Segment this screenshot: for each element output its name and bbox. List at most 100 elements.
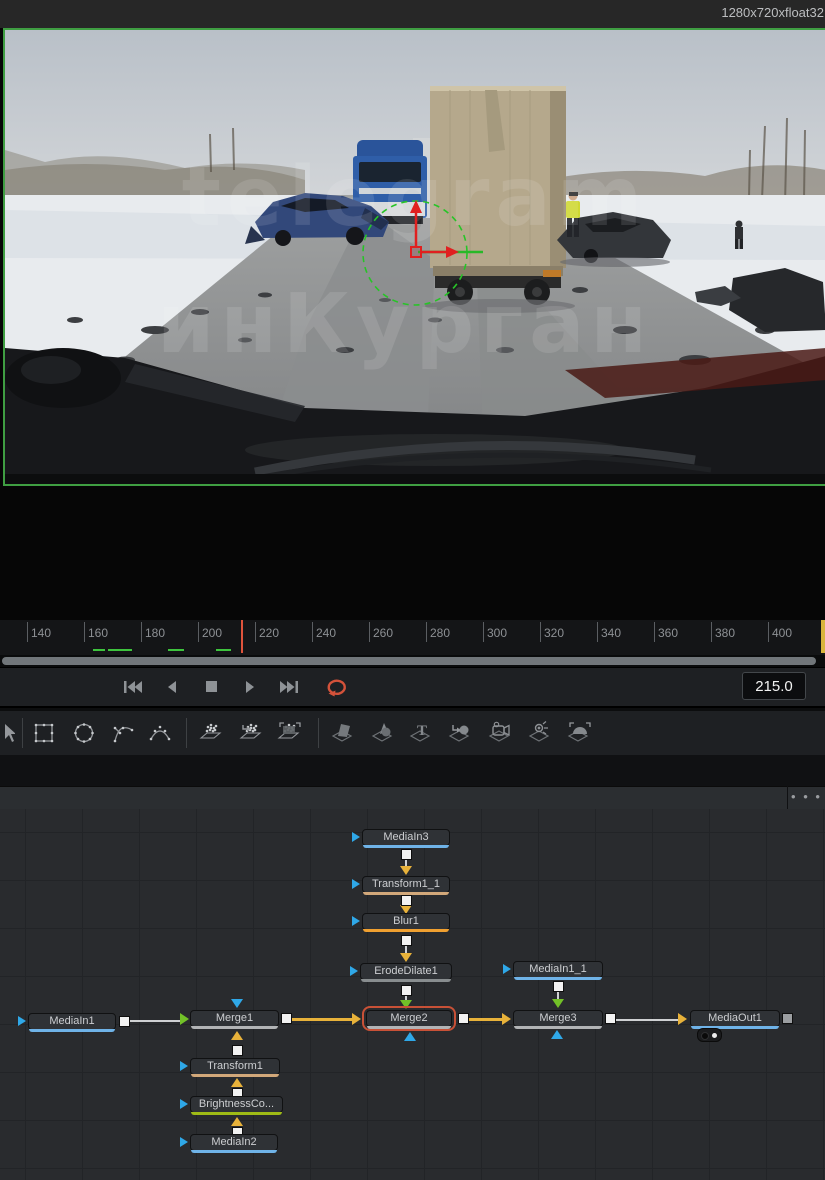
ruler-tick	[84, 622, 85, 642]
output-port[interactable]	[401, 985, 412, 996]
node-MediaIn2[interactable]: MediaIn2	[190, 1134, 278, 1153]
connection-line[interactable]	[616, 1019, 678, 1021]
go-to-start-button[interactable]	[120, 675, 146, 699]
node-source-arrow[interactable]	[352, 879, 360, 889]
polygon-mask-tool-button[interactable]	[108, 719, 136, 747]
node-Transform1_1[interactable]: Transform1_1	[362, 876, 450, 895]
output-port[interactable]	[119, 1016, 130, 1027]
output-port[interactable]	[281, 1013, 292, 1024]
output-port[interactable]	[458, 1013, 469, 1024]
center-handle[interactable]	[410, 246, 422, 258]
node-Blur1[interactable]: Blur1	[362, 913, 450, 932]
background-input-arrow[interactable]	[231, 1031, 243, 1040]
node-editor-canvas[interactable]: MediaIn3 Transform1_1 Blur1 ErodeDilate1 Med…	[0, 809, 825, 1180]
viewer2-dot[interactable]	[712, 1032, 717, 1038]
go-to-end-button[interactable]	[276, 675, 302, 699]
output-input-arrow[interactable]	[678, 1013, 687, 1025]
output-port[interactable]	[401, 849, 412, 860]
go-to-start-icon	[124, 681, 142, 693]
particle-render-tool-button[interactable]	[276, 719, 304, 747]
play-button[interactable]	[237, 675, 263, 699]
node-MediaIn3[interactable]: MediaIn3	[362, 829, 450, 848]
node-BrightnessCo[interactable]: BrightnessCo...	[190, 1096, 283, 1115]
node-Transform1[interactable]: Transform1	[190, 1058, 280, 1077]
node-label: Merge3	[539, 1012, 577, 1024]
foreground-input-arrow[interactable]	[180, 1013, 189, 1025]
cursor-tool-button[interactable]	[0, 719, 15, 747]
timeline-scrollbar[interactable]	[0, 655, 825, 667]
text-3d-tool-button[interactable]: T	[408, 719, 436, 747]
more-options-button[interactable]: • • •	[788, 786, 825, 810]
node-source-arrow[interactable]	[352, 832, 360, 842]
playhead[interactable]	[241, 620, 243, 653]
node-Merge2[interactable]: Merge2	[362, 1006, 456, 1031]
foreground-input-arrow[interactable]	[552, 999, 564, 1008]
input-arrow[interactable]	[231, 1078, 243, 1087]
ellipse-mask-tool-button[interactable]	[70, 719, 98, 747]
node-source-arrow[interactable]	[352, 916, 360, 926]
node-label: Transform1_1	[371, 878, 441, 890]
timeline-ruler[interactable]: 140 160 180 200 220 240 260 280 300 320 340 360 380 4…	[0, 620, 825, 655]
spot-light-3d-tool-button[interactable]	[527, 719, 555, 747]
image-plane-3d-tool-button[interactable]	[330, 719, 358, 747]
loop-button[interactable]	[325, 675, 351, 699]
node-ErodeDilate1[interactable]: ErodeDilate1	[360, 963, 452, 982]
camera-3d-tool-button[interactable]	[487, 719, 515, 747]
node-color-bar	[514, 977, 602, 980]
output-port[interactable]	[232, 1045, 243, 1056]
node-MediaIn1[interactable]: MediaIn1	[28, 1013, 116, 1032]
particle-merge-tool-button[interactable]	[238, 719, 266, 747]
mask-input-arrow[interactable]	[231, 999, 243, 1008]
node-source-arrow[interactable]	[180, 1099, 188, 1109]
connection-line[interactable]	[292, 1018, 352, 1021]
foreground-input-arrow[interactable]	[400, 1000, 412, 1009]
background-input-arrow[interactable]	[502, 1013, 511, 1025]
node-MediaOut1[interactable]: MediaOut1	[690, 1010, 780, 1029]
merge-3d-icon	[448, 725, 470, 742]
panel-divider-handle[interactable]	[0, 786, 787, 810]
node-source-arrow[interactable]	[180, 1137, 188, 1147]
output-port[interactable]	[401, 935, 412, 946]
output-port-inactive[interactable]	[782, 1013, 793, 1024]
spot-light-3d-icon	[528, 721, 550, 742]
connection-line[interactable]	[468, 1018, 502, 1021]
current-frame-field[interactable]	[742, 672, 806, 700]
node-label: Merge1	[215, 1012, 254, 1024]
input-arrow[interactable]	[400, 866, 412, 875]
node-source-arrow[interactable]	[503, 964, 511, 974]
output-port[interactable]	[605, 1013, 616, 1024]
cache-segment	[168, 649, 184, 651]
input-arrow[interactable]	[231, 1117, 243, 1126]
merge-3d-tool-button[interactable]	[447, 719, 475, 747]
particle-emitter-tool-button[interactable]	[198, 719, 226, 747]
shape-3d-tool-button[interactable]	[370, 719, 398, 747]
renderer-3d-icon	[567, 722, 591, 742]
step-back-button[interactable]	[159, 675, 185, 699]
node-Merge1[interactable]: Merge1	[190, 1010, 279, 1029]
node-source-arrow[interactable]	[180, 1061, 188, 1071]
ruler-tick	[540, 622, 541, 642]
node-MediaIn1_1[interactable]: MediaIn1_1	[513, 961, 603, 980]
ruler-tick	[198, 622, 199, 642]
node-Merge3[interactable]: Merge3	[513, 1010, 603, 1029]
output-port[interactable]	[401, 895, 412, 906]
viewer-frame[interactable]: telegram инКурган	[3, 28, 825, 486]
bspline-mask-tool-button[interactable]	[146, 719, 174, 747]
node-color-bar	[29, 1029, 115, 1032]
rectangle-mask-tool-button[interactable]	[30, 719, 58, 747]
output-port[interactable]	[553, 981, 564, 992]
mask-input-arrow[interactable]	[551, 1030, 563, 1039]
stop-button[interactable]	[198, 675, 224, 699]
mask-input-arrow[interactable]	[404, 1032, 416, 1041]
node-source-arrow[interactable]	[18, 1016, 26, 1026]
timeline-scrollbar-thumb[interactable]	[2, 657, 816, 665]
play-icon	[246, 681, 254, 693]
viewer1-dot[interactable]	[701, 1031, 709, 1040]
input-arrow[interactable]	[400, 953, 412, 962]
node-label: Blur1	[393, 915, 419, 927]
background-input-arrow[interactable]	[352, 1013, 361, 1025]
renderer-3d-tool-button[interactable]	[566, 719, 594, 747]
viewer-assign-indicator[interactable]	[697, 1028, 722, 1042]
connection-line[interactable]	[130, 1020, 180, 1022]
node-source-arrow[interactable]	[350, 966, 358, 976]
